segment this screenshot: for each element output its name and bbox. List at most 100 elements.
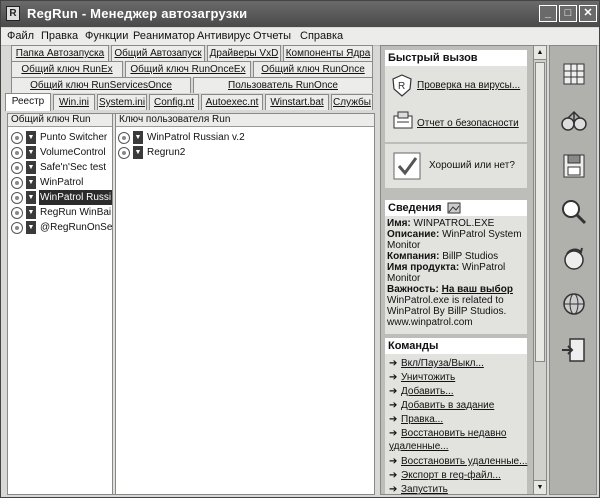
importance-link[interactable]: На ваш выбор (442, 284, 513, 295)
tab-registry[interactable]: Реестр (5, 93, 51, 111)
tab-kernel-components[interactable]: Компоненты Ядра (283, 45, 373, 61)
command-label: Восстановить удаленные... (401, 456, 528, 467)
command-item[interactable]: ➔ Восстановить удаленные... (389, 455, 527, 468)
command-item[interactable]: ➔ Уничтожить (389, 371, 455, 384)
menu-functions[interactable]: Функции (85, 30, 128, 42)
list-item[interactable]: ▼ RegRun WinBai (8, 205, 112, 220)
command-item[interactable]: ➔ Вкл/Пауза/Выкл... (389, 357, 484, 370)
dropdown-arrow-icon[interactable]: ▼ (133, 131, 143, 144)
status-radio-icon[interactable] (118, 132, 130, 144)
command-item[interactable]: ➔ Правка... (389, 413, 443, 426)
dropdown-arrow-icon[interactable]: ▼ (26, 191, 36, 204)
dropdown-arrow-icon[interactable]: ▼ (26, 221, 36, 234)
list-item-label: Punto Switcher (40, 132, 108, 143)
refresh-icon[interactable] (558, 242, 590, 274)
command-label: Вкл/Пауза/Выкл... (401, 358, 484, 369)
status-radio-icon[interactable] (11, 132, 23, 144)
info-company-label: Компания: (387, 251, 440, 262)
magnifier-icon[interactable] (558, 196, 590, 228)
status-radio-icon[interactable] (11, 147, 23, 159)
tab-common-startup[interactable]: Общий Автозапуск (111, 45, 205, 61)
checkmark-icon[interactable] (393, 152, 421, 180)
command-label: Запустить (401, 484, 448, 495)
list-item[interactable]: ▼ WinPatrol (8, 175, 112, 190)
list-item[interactable]: ▼ Punto Switcher (8, 130, 112, 145)
menu-edit[interactable]: Правка (41, 30, 78, 42)
good-or-not-label[interactable]: Хороший или нет? (429, 160, 515, 171)
menu-file[interactable]: Файл (7, 30, 34, 42)
tab-system-ini[interactable]: System.ini (97, 94, 147, 110)
grid-icon[interactable] (558, 58, 590, 90)
tab-winstart-bat[interactable]: Winstart.bat (265, 94, 329, 110)
tab-config-nt[interactable]: Config.nt (149, 94, 199, 110)
maximize-button[interactable]: □ (559, 5, 577, 22)
right-toolbar (549, 45, 597, 495)
security-report-link[interactable]: Отчет о безопасности (417, 118, 519, 129)
info-url[interactable]: www.winpatrol.com (387, 317, 525, 328)
dropdown-arrow-icon[interactable]: ▼ (26, 131, 36, 144)
command-item[interactable]: ➔ Запустить (389, 483, 448, 495)
status-radio-icon[interactable] (11, 192, 23, 204)
command-item[interactable]: ➔ Добавить... (389, 385, 454, 398)
list-item[interactable]: ▼ Regrun2 (116, 145, 374, 160)
info-body: Имя: WINPATROL.EXE Описание: WinPatrol S… (385, 216, 527, 334)
status-radio-icon[interactable] (11, 177, 23, 189)
virus-check-link[interactable]: Проверка на вирусы... (417, 80, 520, 91)
tab-runonce[interactable]: Общий ключ RunOnce (253, 61, 373, 77)
tab-runservicesonce[interactable]: Общий ключ RunServicesOnce (11, 77, 191, 93)
dropdown-arrow-icon[interactable]: ▼ (26, 161, 36, 174)
info-header-label: Сведения (388, 202, 442, 214)
arrow-right-icon: ➔ (389, 386, 398, 397)
command-item[interactable]: ➔ Экспорт в reg-файл... (389, 469, 501, 482)
floppy-save-icon[interactable] (558, 150, 590, 182)
command-item[interactable]: ➔ Восстановить недавно удаленные... (389, 427, 527, 453)
list-item-label: WinPatrol Russian v.2 (147, 132, 245, 143)
command-label: Добавить в задание (401, 400, 495, 411)
tab-runonceex[interactable]: Общий ключ RunOnceEx (125, 61, 251, 77)
status-radio-icon[interactable] (11, 162, 23, 174)
tab-services[interactable]: Службы (331, 94, 373, 110)
tab-win-ini[interactable]: Win.ini (53, 94, 95, 110)
list-item[interactable]: ▼ Safe'n'Sec test (8, 160, 112, 175)
list-item[interactable]: ▼ VolumeControl (8, 145, 112, 160)
arrow-right-icon: ➔ (389, 400, 398, 411)
list-item-label: RegRun WinBai (40, 207, 112, 218)
list-item[interactable]: ▼ @RegRunOnSe (8, 220, 112, 235)
tab-strip: Папка Автозапуска Общий Автозапуск Драйв… (5, 45, 375, 111)
tab-user-runonce[interactable]: Пользователь RunOnce (193, 77, 373, 93)
list-item[interactable]: ▼ WinPatrol Russian v.2 (116, 130, 374, 145)
command-item[interactable]: ➔ Добавить в задание (389, 399, 494, 412)
arrow-right-icon: ➔ (389, 484, 398, 495)
tab-startup-folder[interactable]: Папка Автозапуска (11, 45, 109, 61)
list-item-selected[interactable]: ▼ WinPatrol Russi (8, 190, 112, 205)
column-header-common-run[interactable]: Общий ключ Run (8, 114, 112, 127)
virus-check-icon[interactable]: R (391, 74, 413, 98)
tab-autoexec-nt[interactable]: Autoexec.nt (201, 94, 263, 110)
globe-icon[interactable] (558, 288, 590, 320)
side-panel-scrollbar[interactable]: ▲ ▼ (533, 45, 547, 495)
status-radio-icon[interactable] (11, 207, 23, 219)
commands-body: ➔ Вкл/Пауза/Выкл... ➔ Уничтожить ➔ Добавить… (385, 354, 527, 495)
menu-reports[interactable]: Отчеты (253, 30, 291, 42)
status-radio-icon[interactable] (11, 222, 23, 234)
glasses-icon[interactable] (558, 104, 590, 136)
menu-antivirus[interactable]: Антивирус (197, 30, 250, 42)
column-header-user-run[interactable]: Ключ пользователя Run (116, 114, 374, 127)
dropdown-arrow-icon[interactable]: ▼ (133, 146, 143, 159)
menu-reanimator[interactable]: Реаниматор (133, 30, 195, 42)
column-splitter[interactable] (112, 114, 116, 494)
dropdown-arrow-icon[interactable]: ▼ (26, 206, 36, 219)
menu-help[interactable]: Справка (300, 30, 343, 42)
security-report-icon[interactable] (391, 110, 415, 132)
minimize-button[interactable]: _ (539, 5, 557, 22)
exit-door-icon[interactable] (558, 334, 590, 366)
dropdown-arrow-icon[interactable]: ▼ (26, 146, 36, 159)
scroll-up-icon[interactable]: ▲ (534, 46, 546, 60)
dropdown-arrow-icon[interactable]: ▼ (26, 176, 36, 189)
tab-vxd-drivers[interactable]: Драйверы VxD (207, 45, 281, 61)
scroll-down-icon[interactable]: ▼ (534, 480, 546, 494)
tab-runex[interactable]: Общий ключ RunEx (11, 61, 123, 77)
scroll-thumb[interactable] (535, 62, 545, 362)
close-button[interactable]: ✕ (579, 5, 597, 22)
status-radio-icon[interactable] (118, 147, 130, 159)
